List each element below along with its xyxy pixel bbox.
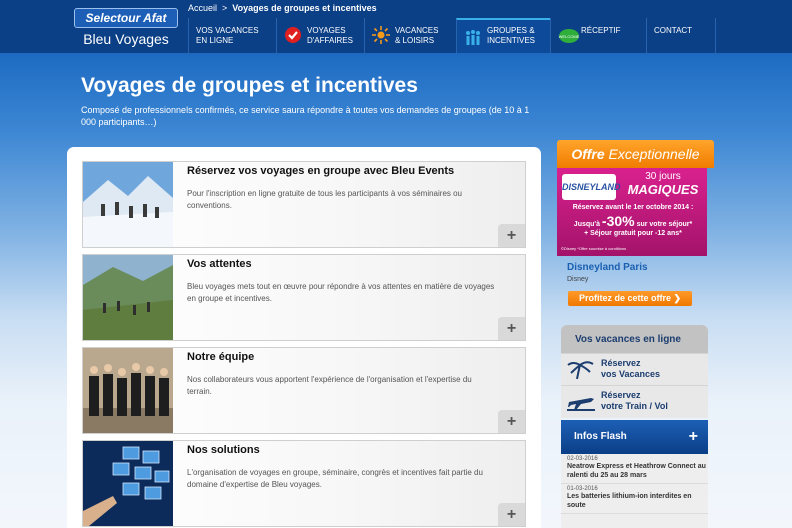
reservez-train-vol-link[interactable]: Réservez votre Train / Vol [561,385,708,417]
reservez-vacances-link[interactable]: Réservez vos Vacances [561,353,708,385]
vacances-link-line2: vos Vacances [601,369,661,379]
card-image-team-photo [83,348,173,433]
ad-days: 30 jours [645,171,681,182]
nav-contact[interactable]: CONTACT [646,18,716,53]
nav-vos-vacances[interactable]: VOS VACANCES EN LIGNE [188,18,276,53]
vacances-en-ligne-box: Vos vacances en ligne Réservez vos Vacan… [561,325,708,418]
vacances-box-title: Vos vacances en ligne [561,325,708,353]
nav-label-line2: & LOISIRS [395,36,435,45]
nav-receptif[interactable]: WELCOME RÉCEPTIF [550,18,646,53]
ad-reserve: Réservez avant le 1er octobre 2014 : [572,204,694,211]
expand-plus-button[interactable]: + [498,224,525,247]
card-image-snow-group [83,162,173,247]
nav-label-line2: D'AFFAIRES [307,36,353,45]
infos-flash-box: Infos Flash + 02-03-2016 Neatrow Express… [561,420,708,528]
disneyland-logo: DISNEYLAND [562,174,621,200]
card-title: Notre équipe [187,351,255,363]
offer-header: Offre Exceptionnelle [557,140,714,168]
nav-label-line1: GROUPES & [487,26,535,35]
card-image-screens [83,441,173,526]
logo-brand: Selectour Afat [74,8,178,28]
card-text: Nos collaborateurs vous apportent l'expé… [187,375,472,396]
ad-magic: MAGIQUES [627,182,699,197]
offer-header-em: Exceptionnelle [608,146,700,162]
nav-groupes-incentives[interactable]: GROUPES & INCENTIVES [456,18,550,53]
nav-voyages-affaires[interactable]: VOYAGES D'AFFAIRES [276,18,364,53]
train-link-line1: Réservez [601,390,641,400]
nav-label-line1: CONTACT [654,26,693,35]
infos-flash-header[interactable]: Infos Flash + [561,420,708,454]
card-title: Vos attentes [187,258,252,270]
checkmark-icon [285,27,301,43]
page-intro: Composé de professionnels confirmés, ce … [81,105,530,127]
svg-text:WELCOME: WELCOME [559,34,580,39]
sun-icon [372,26,390,44]
main-nav: VOS VACANCES EN LIGNE VOYAGES D'AFFAIRES… [188,18,716,53]
nav-label-line2: INCENTIVES [487,36,536,45]
palm-tree-icon [567,361,594,379]
card-bleu-events[interactable]: Réservez vos voyages en groupe avec Bleu… [82,161,526,248]
group-icon [466,30,480,45]
card-image-hikers [83,255,173,340]
breadcrumb: Accueil > Voyages de groupes et incentives [188,3,377,13]
card-notre-equipe[interactable]: Notre équipe Nos collaborateurs vous app… [82,347,526,434]
card-vos-attentes[interactable]: Vos attentes Bleu voyages mets tout en œ… [82,254,526,341]
ad-legal: ©Disney *Offre soumise à conditions [561,246,627,251]
nav-label-line1: RÉCEPTIF [581,26,621,35]
flash-news-item[interactable]: 01-03-2016 Les batteries lithium-ion int… [561,484,708,514]
card-text: Bleu voyages mets tout en œuvre pour rép… [187,282,495,303]
top-navigation-bar: Selectour Afat Bleu Voyages Accueil > Voya… [0,0,792,53]
nav-label-line1: VOYAGES [307,26,346,35]
nav-vacances-loisirs[interactable]: VACANCES & LOISIRS [364,18,456,53]
offer-banner[interactable]: DISNEYLAND 30 jours MAGIQUES Réservez av… [557,168,707,256]
train-link-line2: votre Train / Vol [601,401,668,411]
expand-plus-button[interactable]: + [498,317,525,340]
offer-name-link[interactable]: Disneyland Paris [567,262,648,273]
nav-label-line2: EN LIGNE [196,36,234,45]
expand-plus-button[interactable]: + [498,410,525,433]
plane-icon [567,398,595,411]
vacances-link-line1: Réservez [601,358,641,368]
offer-header-plain: Offre [571,146,605,162]
expand-plus-button[interactable]: + [498,503,525,526]
card-text: L'organisation de voyages en groupe, sém… [187,468,483,489]
ad-free-stay: + Séjour gratuit pour -12 ans* [584,230,682,237]
breadcrumb-home-link[interactable]: Accueil [188,3,217,13]
offer-cta-button[interactable]: Profitez de cette offre ❯ [568,291,692,306]
nav-label-line1: VOS VACANCES [196,26,259,35]
site-logo[interactable]: Selectour Afat Bleu Voyages [74,8,178,52]
card-nos-solutions[interactable]: Nos solutions L'organisation de voyages … [82,440,526,527]
offer-subtitle: Disney [567,276,589,283]
nav-label-line1: VACANCES [395,26,439,35]
plus-icon[interactable]: + [689,428,698,446]
content-panel: Réservez vos voyages en groupe avec Bleu… [67,147,541,528]
ad-discount-value: -30% [601,213,635,229]
breadcrumb-current: Voyages de groupes et incentives [232,3,377,13]
page-title: Voyages de groupes et incentives [81,74,418,97]
news-text: Neatrow Express et Heathrow Connect au r… [567,463,706,479]
ad-discount-suffix: sur votre séjour* [636,221,693,228]
welcome-icon: WELCOME [559,29,580,43]
news-text: Les batteries lithium-ion interdites en … [567,493,692,509]
flash-news-item[interactable]: 02-03-2016 Neatrow Express et Heathrow C… [561,454,708,484]
infos-flash-title: Infos Flash [574,431,627,442]
card-title: Nos solutions [187,444,260,456]
card-title: Réservez vos voyages en groupe avec Bleu… [187,165,455,177]
breadcrumb-separator: > [222,3,228,13]
ad-discount-prefix: Jusqu'à [573,221,600,228]
card-text: Pour l'inscription en ligne gratuite de … [187,189,463,210]
logo-subtitle: Bleu Voyages [83,31,169,47]
